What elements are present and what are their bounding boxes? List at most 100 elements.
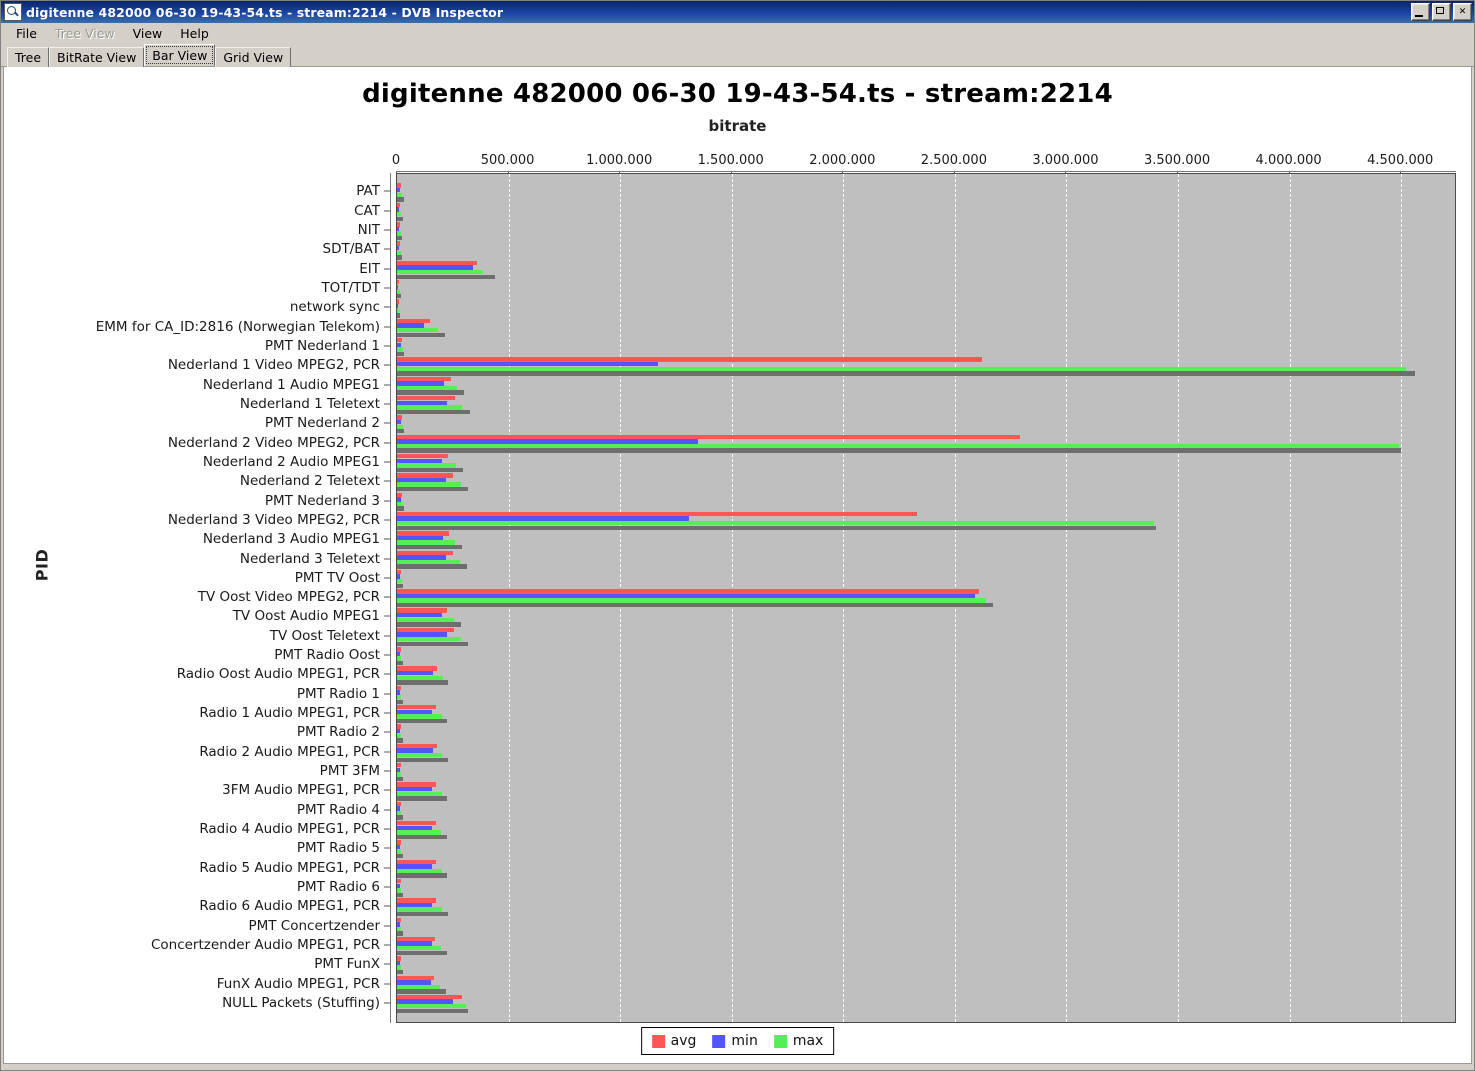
bar-total [397,796,448,801]
y-tick-mark [384,577,390,579]
y-tick-mark [384,287,390,289]
bar-chart-panel: digitenne 482000 06-30 19-43-54.ts - str… [3,67,1472,1064]
bar-total [397,834,447,840]
y-tick-mark [384,480,390,482]
bar-total [397,255,403,260]
chart-legend: avg min max [640,1027,835,1055]
y-category-label: EMM for CA_ID:2816 (Norwegian Telekom) [95,318,380,335]
y-tick-mark [384,770,390,772]
menu-item-view[interactable]: View [124,24,172,43]
y-tick-mark [384,422,390,424]
y-category-label: TOT/TDT [321,280,380,297]
y-category-label: Radio 1 Audio MPEG1, PCR [199,705,380,722]
bar-total [397,525,1156,531]
bar-total [397,487,468,492]
x-tick-label: 4.000.000 [1255,153,1322,168]
x-tick-label: 3.000.000 [1032,153,1099,168]
bar-total [397,738,403,743]
tab-bar-view[interactable]: Bar View [144,44,216,66]
y-category-label: PMT FunX [314,956,380,973]
y-category-label: Nederland 1 Audio MPEG1 [202,376,380,393]
bar-total [397,892,403,898]
menu-item-file[interactable]: File [7,24,46,43]
bar-total [397,699,403,704]
y-category-label: TV Oost Audio MPEG1 [232,608,380,625]
legend-label-min: min [731,1033,758,1049]
close-button[interactable]: ✕ [1453,3,1472,21]
y-tick-mark [384,306,390,308]
y-category-label: Radio 6 Audio MPEG1, PCR [199,898,380,915]
y-tick-mark [384,809,390,811]
legend-entry-max[interactable]: max [773,1033,823,1049]
y-category-label: PMT Nederland 2 [264,415,380,432]
bar-total [397,371,1415,376]
x-tick-label: 0 [391,153,401,168]
y-tick-mark [384,326,390,328]
bar-total [397,545,463,550]
minimize-button[interactable] [1411,3,1430,21]
y-tick-mark [384,925,390,927]
y-category-label: PMT Radio 2 [296,724,380,741]
y-tick-mark [384,190,390,192]
y-tick-mark [384,905,390,907]
application-window: digitenne 482000 06-30 19-43-54.ts - str… [0,0,1475,1071]
chart-title: digitenne 482000 06-30 19-43-54.ts - str… [362,79,1113,109]
y-tick-mark [384,731,390,733]
y-tick-mark [384,384,390,386]
bar-total [397,602,993,608]
y-category-label: PMT Radio 4 [296,801,380,818]
magnifier-icon [4,3,22,21]
y-category-label: PMT Radio 5 [296,840,380,857]
bar-total [397,950,447,956]
tab-tree[interactable]: Tree [7,47,50,67]
bar-total [397,989,446,994]
tab-bitrate-view[interactable]: BitRate View [49,47,145,67]
y-tick-mark [384,345,390,347]
legend-swatch-min [712,1034,726,1048]
window-controls: ✕ [1411,3,1472,21]
maximize-button[interactable] [1432,3,1451,21]
grid-line [1066,174,1068,1022]
x-axis-ticks: 0 500.000 1.000.000 1.500.000 2.000.000 2.500… [392,153,1456,176]
y-tick-mark [384,654,390,656]
y-category-label: EIT [359,260,380,277]
bar-total [397,467,463,473]
plot-area [396,173,1456,1023]
grid-line [1289,174,1291,1022]
y-tick-mark [384,268,390,270]
y-tick-mark [384,538,390,540]
tab-grid-view[interactable]: Grid View [215,47,292,67]
y-category-label: PMT Radio 1 [296,685,380,702]
y-category-label: PMT Nederland 1 [264,338,380,355]
bar-total [397,815,403,820]
y-category-label: Nederland 3 Audio MPEG1 [202,531,380,548]
y-category-label: PMT 3FM [319,763,380,780]
legend-entry-avg[interactable]: avg [651,1033,696,1049]
y-tick-mark [384,847,390,849]
y-tick-mark [384,635,390,637]
tab-bar: Tree BitRate View Bar View Grid View [1,44,1474,67]
y-axis-categories: PAT CAT NIT SDT/BAT EIT TOT/TDT network sync EM… [4,173,390,1023]
bar-total [397,409,470,415]
y-tick-mark [384,403,390,405]
y-tick-mark [384,558,390,560]
title-bar: digitenne 482000 06-30 19-43-54.ts - str… [1,1,1474,23]
y-tick-mark [384,442,390,444]
y-tick-mark [384,944,390,946]
y-category-label: Nederland 1 Teletext [239,395,380,412]
y-category-label: Nederland 2 Teletext [239,473,380,490]
bar-total [397,448,1402,453]
y-tick-mark [384,867,390,869]
y-category-label: PMT Nederland 3 [264,492,380,509]
bar-total [397,583,404,589]
bar-total [397,390,464,395]
x-axis-line [396,171,1456,172]
menu-item-help[interactable]: Help [171,24,218,43]
y-tick-mark [384,364,390,366]
y-tick-mark [384,712,390,714]
window-title: digitenne 482000 06-30 19-43-54.ts - str… [26,4,504,20]
x-axis-title: bitrate [708,117,767,135]
status-bar [1,1066,1474,1070]
legend-entry-min[interactable]: min [712,1033,758,1049]
y-category-label: Radio 2 Audio MPEG1, PCR [199,743,380,760]
